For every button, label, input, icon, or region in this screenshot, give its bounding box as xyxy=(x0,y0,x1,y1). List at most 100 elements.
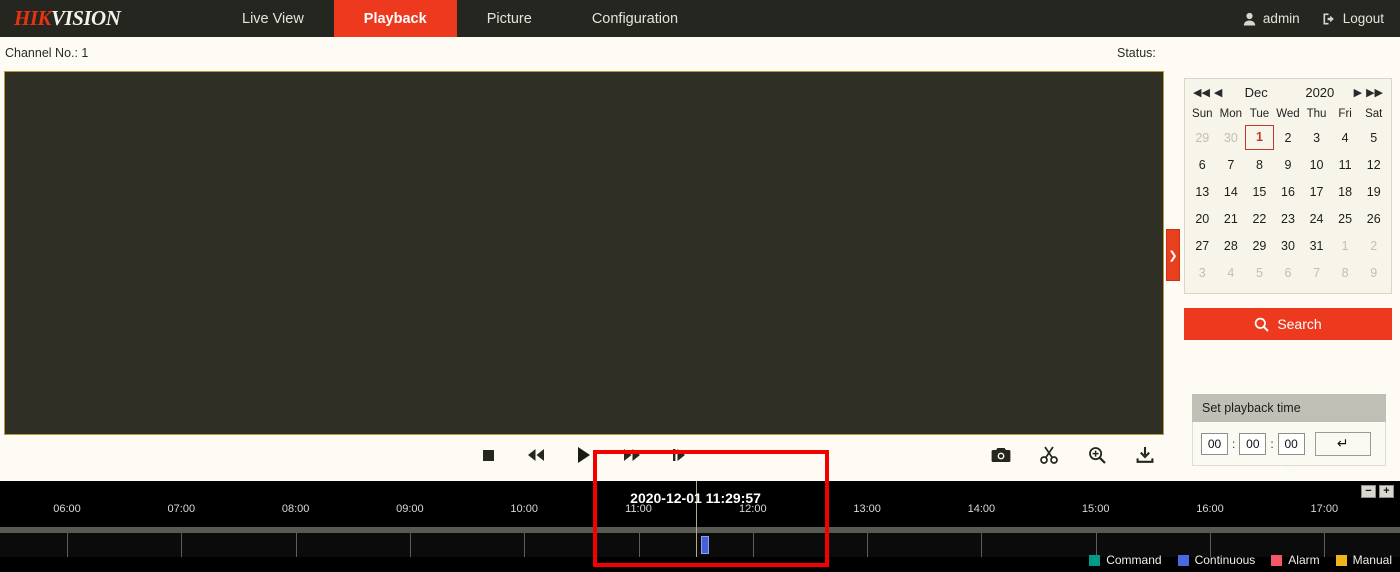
time-separator-1: : xyxy=(1232,437,1235,451)
username-label: admin xyxy=(1263,11,1300,26)
playback-time-go-button[interactable]: ↵ xyxy=(1315,432,1371,456)
calendar-day[interactable]: 22 xyxy=(1245,206,1274,233)
playback-seconds-input[interactable] xyxy=(1278,433,1305,455)
calendar-day[interactable]: 7 xyxy=(1217,152,1246,179)
snapshot-button[interactable] xyxy=(990,444,1012,466)
tab-playback[interactable]: Playback xyxy=(334,0,457,37)
calendar-day[interactable]: 3 xyxy=(1302,125,1331,152)
calendar-day[interactable]: 2 xyxy=(1274,125,1303,152)
calendar-day[interactable]: 25 xyxy=(1331,206,1360,233)
calendar-day[interactable]: 4 xyxy=(1217,260,1246,287)
legend-swatch xyxy=(1089,555,1100,566)
timeline-tick-label: 17:00 xyxy=(1311,503,1339,515)
calendar-day[interactable]: 26 xyxy=(1359,206,1388,233)
calendar-month-label[interactable]: Dec xyxy=(1224,85,1288,100)
stop-button[interactable] xyxy=(477,444,499,466)
calendar-day[interactable]: 18 xyxy=(1331,179,1360,206)
set-playback-time-panel: Set playback time : : ↵ xyxy=(1192,394,1386,474)
logout-label: Logout xyxy=(1343,11,1384,26)
calendar-day[interactable]: 29 xyxy=(1245,233,1274,260)
timeline-zoom-controls: − + xyxy=(1361,485,1394,498)
play-icon xyxy=(576,446,592,464)
tab-picture[interactable]: Picture xyxy=(457,0,562,37)
timeline-gridline xyxy=(67,533,68,557)
stop-icon xyxy=(482,449,495,462)
legend-label: Alarm xyxy=(1288,553,1319,567)
channel-number-label: Channel No.: 1 xyxy=(5,46,88,60)
legend-label: Command xyxy=(1106,553,1161,567)
timeline-tick-label: 13:00 xyxy=(853,503,881,515)
calendar-day[interactable]: 17 xyxy=(1302,179,1331,206)
fast-forward-button[interactable] xyxy=(621,444,643,466)
calendar-day[interactable]: 1 xyxy=(1331,233,1360,260)
calendar-prev-button[interactable]: ◀ xyxy=(1212,86,1224,99)
tab-live-view[interactable]: Live View xyxy=(212,0,334,37)
calendar-weekday-sun: Sun xyxy=(1188,105,1217,125)
calendar-first-button[interactable]: ◀◀ xyxy=(1191,86,1212,99)
playback-minutes-input[interactable] xyxy=(1239,433,1266,455)
calendar-day[interactable]: 24 xyxy=(1302,206,1331,233)
panel-collapse-handle[interactable]: ❯ xyxy=(1166,229,1180,281)
calendar-year-label[interactable]: 2020 xyxy=(1288,85,1352,100)
timeline-zoom-out-button[interactable]: − xyxy=(1361,485,1376,498)
calendar-day[interactable]: 10 xyxy=(1302,152,1331,179)
timeline-recording-segment[interactable] xyxy=(701,536,709,554)
calendar-day[interactable]: 29 xyxy=(1188,125,1217,152)
play-button[interactable] xyxy=(573,444,595,466)
calendar-day[interactable]: 28 xyxy=(1217,233,1246,260)
calendar-day[interactable]: 30 xyxy=(1274,233,1303,260)
calendar-day[interactable]: 21 xyxy=(1217,206,1246,233)
calendar-day[interactable]: 5 xyxy=(1359,125,1388,152)
playback-hours-input[interactable] xyxy=(1201,433,1228,455)
calendar-day[interactable]: 14 xyxy=(1217,179,1246,206)
logout-button[interactable]: Logout xyxy=(1322,11,1384,26)
calendar-day[interactable]: 6 xyxy=(1188,152,1217,179)
digital-zoom-button[interactable] xyxy=(1086,444,1108,466)
calendar-day[interactable]: 30 xyxy=(1217,125,1246,152)
tab-configuration[interactable]: Configuration xyxy=(562,0,708,37)
calendar-day[interactable]: 9 xyxy=(1359,260,1388,287)
calendar-day[interactable]: 23 xyxy=(1274,206,1303,233)
calendar-day[interactable]: 8 xyxy=(1331,260,1360,287)
calendar-day[interactable]: 8 xyxy=(1245,152,1274,179)
calendar-day[interactable]: 11 xyxy=(1331,152,1360,179)
calendar-day[interactable]: 4 xyxy=(1331,125,1360,152)
timeline-tick-label: 08:00 xyxy=(282,503,310,515)
calendar-day[interactable]: 6 xyxy=(1274,260,1303,287)
calendar-day[interactable]: 20 xyxy=(1188,206,1217,233)
calendar-day[interactable]: 19 xyxy=(1359,179,1388,206)
timeline-zoom-in-button[interactable]: + xyxy=(1379,485,1394,498)
calendar-day[interactable]: 2 xyxy=(1359,233,1388,260)
calendar-day[interactable]: 7 xyxy=(1302,260,1331,287)
calendar-day[interactable]: 31 xyxy=(1302,233,1331,260)
set-playback-time-title: Set playback time xyxy=(1192,394,1386,422)
calendar[interactable]: ◀◀ ◀ Dec 2020 ▶ ▶▶ SunMonTueWedThuFriSat… xyxy=(1184,78,1392,294)
status-label: Status: xyxy=(1117,46,1156,60)
calendar-day-grid[interactable]: 2930123456789101112131415161718192021222… xyxy=(1185,125,1391,287)
calendar-last-button[interactable]: ▶▶ xyxy=(1364,86,1385,99)
rewind-button[interactable] xyxy=(525,444,547,466)
calendar-day[interactable]: 12 xyxy=(1359,152,1388,179)
timeline-gridline xyxy=(524,533,525,557)
clip-button[interactable] xyxy=(1038,444,1060,466)
calendar-day[interactable]: 13 xyxy=(1188,179,1217,206)
calendar-day[interactable]: 27 xyxy=(1188,233,1217,260)
calendar-next-button[interactable]: ▶ xyxy=(1352,86,1364,99)
current-user[interactable]: admin xyxy=(1243,11,1300,26)
calendar-day[interactable]: 15 xyxy=(1245,179,1274,206)
legend-item: Alarm xyxy=(1271,553,1319,567)
legend-item: Continuous xyxy=(1178,553,1256,567)
fast-forward-icon xyxy=(623,448,641,462)
calendar-day[interactable]: 9 xyxy=(1274,152,1303,179)
calendar-day[interactable]: 16 xyxy=(1274,179,1303,206)
timeline[interactable]: − + 06:0007:0008:0009:0010:0011:0012:001… xyxy=(0,481,1400,572)
calendar-day[interactable]: 3 xyxy=(1188,260,1217,287)
search-button[interactable]: Search xyxy=(1184,308,1392,340)
calendar-day[interactable]: 5 xyxy=(1245,260,1274,287)
video-display-area[interactable] xyxy=(4,71,1164,435)
user-icon xyxy=(1243,12,1256,26)
search-icon xyxy=(1254,317,1269,332)
download-button[interactable] xyxy=(1134,444,1156,466)
calendar-day-selected[interactable]: 1 xyxy=(1245,125,1274,150)
frame-step-button[interactable] xyxy=(669,444,691,466)
